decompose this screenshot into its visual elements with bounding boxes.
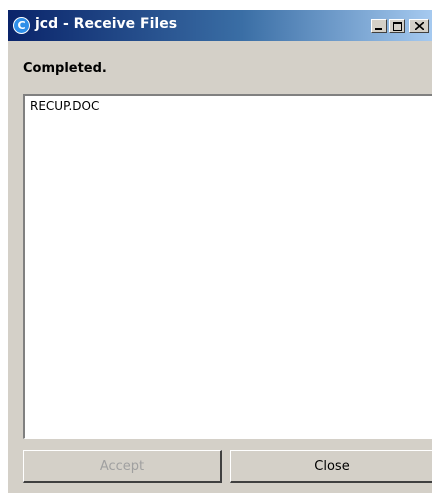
list-item[interactable]: RECUP.DOC [28,98,101,114]
accept-button[interactable]: Accept [23,450,222,483]
received-files-list[interactable]: RECUP.DOC [23,94,432,439]
status-label: Completed. [23,61,107,76]
minimize-button[interactable] [371,19,387,33]
receive-files-dialog: C jcd - Receive Files Completed. RECUP.D… [7,9,432,493]
maximize-button[interactable] [389,19,405,33]
title-bar[interactable]: C jcd - Receive Files [8,10,432,41]
app-icon[interactable]: C [13,17,30,34]
close-icon [415,22,424,30]
close-button[interactable]: Close [230,450,432,483]
close-window-button[interactable] [409,19,429,33]
window-title: jcd - Receive Files [35,16,178,32]
app-icon-glyph: C [17,19,26,32]
